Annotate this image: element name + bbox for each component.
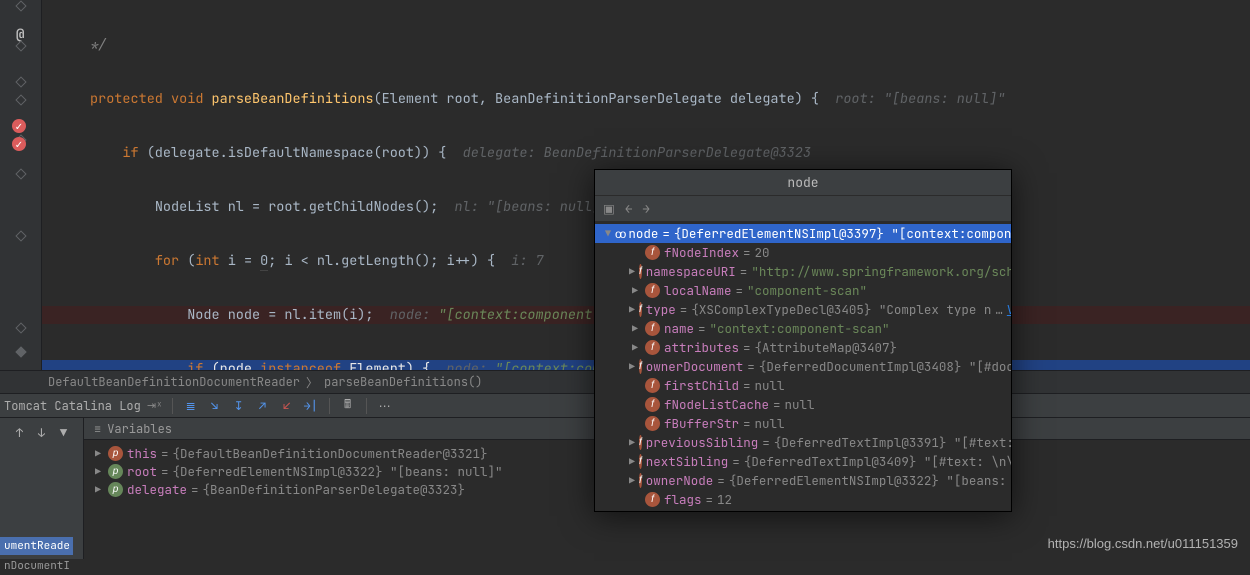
view-link[interactable]: View [1007,301,1011,318]
frame-badge[interactable]: umentReade [0,537,73,555]
breadcrumb-method[interactable]: parseBeanDefinitions() [324,374,482,390]
filter-icon[interactable]: ▼ [55,424,73,442]
kind-icon: p [108,464,123,479]
tree-field[interactable]: ▶f ownerDocument = {DeferredDocumentImpl… [595,357,1011,376]
tree-field[interactable]: f fBufferStr = null [595,414,1011,433]
field-icon: f [639,473,642,488]
step-over-icon[interactable]: ≣ [182,397,200,415]
tree-field[interactable]: f flags = 12 [595,490,1011,509]
frame-badge2[interactable]: nDocumentI [0,557,73,575]
tree-field[interactable]: f fNodeListCache = null [595,395,1011,414]
field-icon: f [639,264,642,279]
up-icon[interactable]: ↑ [11,424,29,442]
field-icon: f [645,283,660,298]
field-icon: f [639,435,642,450]
tree-field[interactable]: ▶f namespaceURI = "http://www.springfram… [595,262,1011,281]
inspect-popup[interactable]: node ▣ ← → ▼oo node = {DeferredElementNS… [594,169,1012,512]
field-icon: f [639,454,642,469]
step-out-icon[interactable]: ↗ [254,397,272,415]
popup-toolbar: ▣ ← → [595,196,1011,222]
breakpoint-icon[interactable]: ✓ [12,137,26,151]
tree-field[interactable]: f fNodeIndex = 20 [595,243,1011,262]
tree-field[interactable]: ▶f localName = "component-scan" [595,281,1011,300]
tree-field[interactable]: ▶f type = {XSComplexTypeDecl@3405} "Comp… [595,300,1011,319]
down-icon[interactable]: ↓ [33,424,51,442]
tree-field[interactable]: ▶f ownerNode = {DeferredElementNSImpl@33… [595,471,1011,490]
drop-frame-icon[interactable]: ↙ [278,397,296,415]
field-icon: f [645,397,660,412]
field-icon: f [645,416,660,431]
breadcrumb-class[interactable]: DefaultBeanDefinitionDocumentReader [48,374,300,390]
field-icon: f [639,359,642,374]
kind-icon: p [108,482,123,497]
field-icon: f [645,245,660,260]
kind-icon: p [108,446,123,461]
frames-toolbar: ↑ ↓ ▼ umentReade nDocumentI [0,418,84,559]
watermark: https://blog.csdn.net/u011151359 [1048,536,1238,551]
editor-gutter: @ ✓ ✓ [0,0,42,370]
step-into-icon[interactable]: ↘ [206,397,224,415]
run-to-cursor-icon[interactable]: →| [302,397,320,415]
tree-field[interactable]: f firstChild = null [595,376,1011,395]
tree-field[interactable]: ▶f name = "context:component-scan" [595,319,1011,338]
field-icon: f [639,302,642,317]
field-icon: f [645,378,660,393]
tree-field[interactable]: ▶f nextSibling = {DeferredTextImpl@3409}… [595,452,1011,471]
frames-icon[interactable]: ▣ [603,200,615,217]
more-icon[interactable]: ⋯ [376,397,394,415]
vars-icon: ≡ [94,421,101,437]
tree-field[interactable]: ▶f attributes = {AttributeMap@3407} [595,338,1011,357]
field-icon: f [645,492,660,507]
log-tab[interactable]: Tomcat Catalina Log [4,398,141,414]
pin-icon[interactable]: ⇥ˣ [147,399,163,413]
object-icon: oo [615,227,624,241]
tree-root[interactable]: ▼oo node = {DeferredElementNSImpl@3397} … [595,224,1011,243]
field-icon: f [645,321,660,336]
tree-field[interactable]: ▶f previousSibling = {DeferredTextImpl@3… [595,433,1011,452]
breakpoint-icon[interactable]: ✓ [12,119,26,133]
back-icon[interactable]: ← [625,200,633,217]
popup-tree[interactable]: ▼oo node = {DeferredElementNSImpl@3397} … [595,222,1011,511]
popup-title: node [595,170,1011,196]
field-icon: f [645,340,660,355]
evaluate-icon[interactable]: 🖩 [339,397,357,415]
forward-icon[interactable]: → [642,200,650,217]
force-step-icon[interactable]: ↧ [230,397,248,415]
